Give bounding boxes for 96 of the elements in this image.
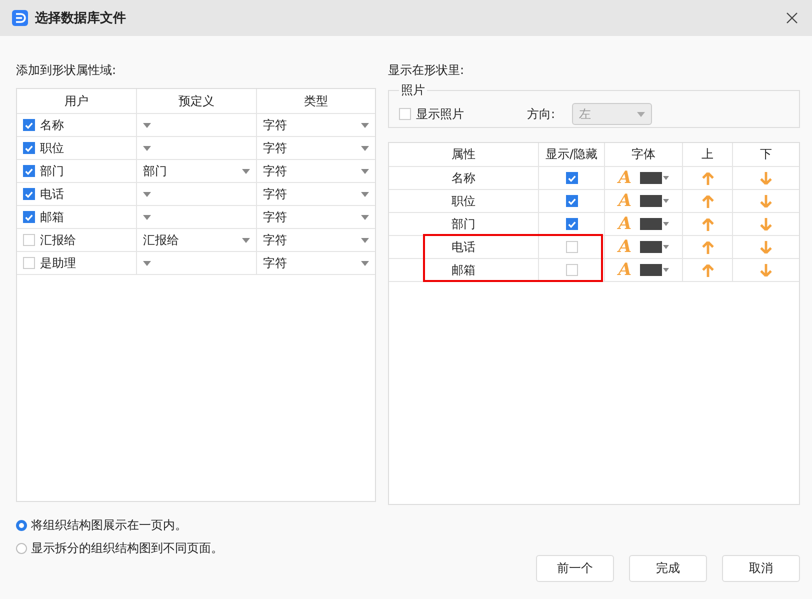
checkbox[interactable]	[566, 264, 578, 276]
column-header: 用户	[17, 89, 137, 113]
checkbox[interactable]	[23, 142, 35, 154]
field-name: 邮箱	[40, 208, 64, 226]
color-picker[interactable]	[640, 264, 669, 276]
caret-icon	[361, 146, 369, 150]
up-arrow-icon[interactable]	[702, 218, 714, 230]
caret-icon	[637, 112, 646, 116]
down-arrow-icon[interactable]	[760, 264, 772, 276]
group-title: 照片	[399, 82, 427, 98]
field-name: 电话	[40, 186, 64, 202]
caret-icon	[361, 192, 369, 196]
caret-icon	[662, 176, 669, 180]
down-arrow-icon[interactable]	[760, 218, 772, 230]
dropdown[interactable]: 字符	[257, 252, 375, 274]
caret-icon	[361, 238, 369, 242]
direction-label: 方向:	[527, 106, 556, 122]
field-name: 职位	[40, 140, 64, 156]
window-title: 选择数据库文件	[35, 10, 127, 27]
color-swatch	[640, 195, 662, 207]
attribute-name: 部门	[452, 216, 476, 232]
caret-icon	[361, 168, 369, 174]
up-arrow-icon[interactable]	[702, 264, 714, 276]
column-header: 显示/隐藏	[539, 143, 605, 166]
field-name: 部门	[40, 162, 64, 180]
checkbox[interactable]	[23, 211, 35, 223]
caret-icon	[242, 238, 250, 242]
attribute-name: 职位	[452, 192, 476, 210]
checkbox-label: 显示照片	[416, 106, 464, 122]
column-header: 预定义	[137, 89, 257, 113]
field-name: 汇报给	[40, 232, 76, 248]
color-swatch	[640, 264, 662, 276]
section-label: 显示在形状里:	[388, 62, 466, 78]
dropdown[interactable]: 字符	[257, 183, 375, 205]
caret-icon	[662, 268, 669, 272]
field-name: 名称	[40, 116, 64, 134]
color-picker[interactable]	[640, 195, 669, 207]
checkbox[interactable]	[566, 172, 578, 184]
checkbox[interactable]	[23, 119, 35, 131]
radio-button[interactable]	[16, 520, 27, 531]
caret-icon	[143, 260, 151, 266]
color-swatch	[640, 241, 662, 253]
caret-icon	[143, 192, 151, 196]
dropdown[interactable]: 字符	[257, 137, 375, 159]
caret-icon	[361, 260, 369, 266]
caret-icon	[361, 122, 369, 128]
attribute-name: 电话	[452, 238, 476, 256]
caret-icon	[242, 168, 250, 174]
dialog-button[interactable]: 取消	[722, 555, 800, 582]
caret-icon	[143, 146, 151, 150]
checkbox[interactable]	[566, 218, 578, 230]
caret-icon	[143, 122, 151, 128]
caret-icon	[143, 214, 151, 220]
close-icon[interactable]	[786, 12, 798, 24]
attribute-name: 邮箱	[452, 262, 476, 278]
dropdown[interactable]: 字符	[257, 160, 375, 182]
column-header: 类型	[303, 92, 329, 110]
checkbox[interactable]	[566, 241, 578, 253]
column-header: 上	[683, 143, 733, 166]
dropdown[interactable]: 部门	[137, 160, 257, 182]
checkbox[interactable]	[23, 234, 35, 246]
option-label: 显示拆分的组织结构图到不同页面。	[31, 540, 223, 557]
color-swatch	[640, 218, 662, 230]
app-icon	[12, 10, 28, 26]
column-header: 属性	[389, 143, 539, 166]
attribute-name: 名称	[452, 170, 476, 186]
checkbox[interactable]	[23, 257, 35, 269]
down-arrow-icon[interactable]	[760, 172, 772, 184]
dropdown[interactable]: 字符	[257, 229, 375, 251]
dialog-button[interactable]: 前一个	[536, 555, 614, 582]
radio-button[interactable]	[16, 543, 27, 554]
dropdown[interactable]: 字符	[257, 114, 375, 136]
field-name: 是助理	[40, 254, 76, 272]
column-header: 下	[759, 146, 773, 163]
checkbox[interactable]	[23, 165, 35, 177]
dropdown[interactable]: 字符	[257, 206, 375, 228]
color-picker[interactable]	[640, 218, 669, 230]
option-label: 将组织结构图展示在一页内。	[31, 517, 187, 534]
color-picker[interactable]	[640, 172, 669, 184]
down-arrow-icon[interactable]	[760, 240, 772, 254]
caret-icon	[662, 245, 669, 249]
dropdown[interactable]: 汇报给	[137, 229, 257, 251]
section-label: 添加到形状属性域:	[16, 62, 118, 78]
checkbox[interactable]	[566, 195, 578, 207]
checkbox[interactable]	[23, 188, 35, 200]
up-arrow-icon[interactable]	[702, 172, 714, 184]
caret-icon	[361, 214, 369, 220]
color-swatch	[640, 172, 662, 184]
caret-icon	[662, 199, 669, 203]
dialog-button[interactable]: 完成	[629, 555, 707, 582]
caret-icon	[662, 222, 669, 226]
column-header: 字体	[605, 143, 683, 166]
up-arrow-icon[interactable]	[702, 240, 714, 254]
up-arrow-icon[interactable]	[702, 194, 714, 208]
color-picker[interactable]	[640, 241, 669, 253]
down-arrow-icon[interactable]	[760, 194, 772, 208]
